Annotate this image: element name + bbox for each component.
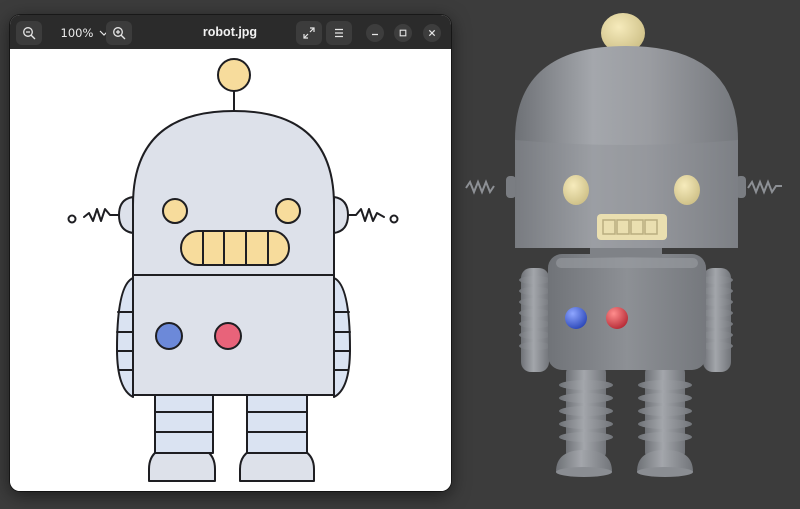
zoom-out-button[interactable] xyxy=(16,21,42,45)
fullscreen-button[interactable] xyxy=(296,21,322,45)
zoom-in-icon xyxy=(113,27,126,40)
render-left-wire xyxy=(465,179,495,195)
image-canvas xyxy=(10,49,451,491)
minimize-button[interactable] xyxy=(366,24,384,42)
zoom-level-value: 100% xyxy=(60,26,94,40)
zoom-out-icon xyxy=(23,27,36,40)
render-right-eye xyxy=(674,175,700,205)
minimize-icon xyxy=(372,33,378,36)
render-left-eye xyxy=(563,175,589,205)
render-legs xyxy=(556,365,693,477)
hamburger-menu-icon xyxy=(335,28,343,38)
maximize-icon xyxy=(399,29,407,37)
header-bar: 100% robot.jpg xyxy=(10,15,451,49)
window-title: robot.jpg xyxy=(202,25,258,39)
render-right-wire xyxy=(747,179,782,195)
close-icon xyxy=(428,29,436,37)
render-red-button xyxy=(606,307,628,329)
zoom-in-button[interactable] xyxy=(106,21,132,45)
close-button[interactable] xyxy=(423,24,441,42)
robot-illustration xyxy=(67,58,399,482)
fullscreen-icon xyxy=(303,27,315,39)
render-blue-button xyxy=(565,307,587,329)
main-menu-button[interactable] xyxy=(326,21,352,45)
robot-3d-render xyxy=(465,13,782,477)
image-viewer-window: 100% robot.jpg xyxy=(10,15,451,491)
maximize-button[interactable] xyxy=(394,24,412,42)
